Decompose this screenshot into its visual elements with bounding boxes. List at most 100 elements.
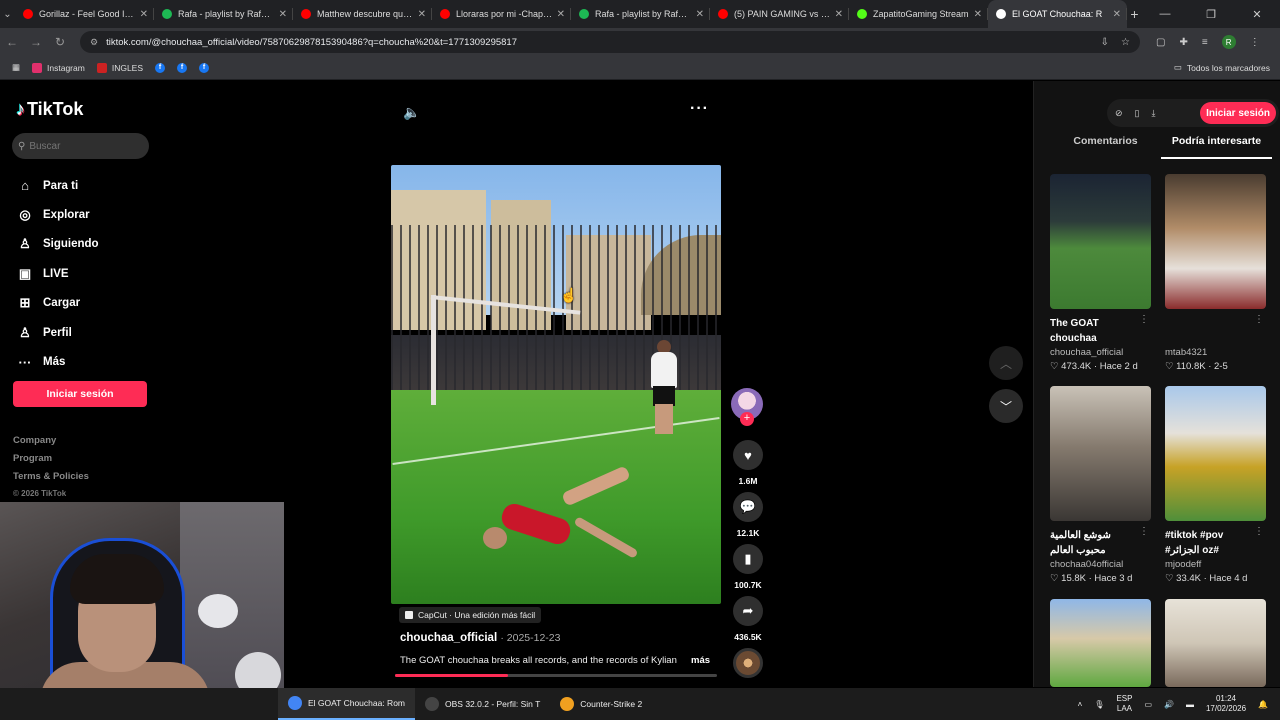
- notification-icon[interactable]: 🔔: [1258, 700, 1268, 709]
- video-thumbnail[interactable]: [1165, 599, 1266, 687]
- language-indicator[interactable]: ESP LAA: [1116, 694, 1132, 714]
- new-tab-button[interactable]: +: [1127, 6, 1142, 22]
- share-icon[interactable]: ➦: [733, 596, 763, 626]
- tab-suggestions[interactable]: Podría interesarte: [1161, 135, 1272, 159]
- comment-action[interactable]: 💬 12.1K: [731, 492, 765, 544]
- video-thumbnail[interactable]: [1050, 599, 1151, 687]
- bookmark-ingles[interactable]: INGLES: [96, 62, 143, 73]
- nav-item-user-follow[interactable]: ♙ Siguiendo: [16, 230, 98, 259]
- card-author[interactable]: mjoodeff: [1165, 559, 1266, 570]
- taskbar-app[interactable]: El GOAT Chouchaa: Rom: [278, 688, 416, 720]
- battery-icon[interactable]: ▬: [1186, 700, 1194, 709]
- facebook-icon[interactable]: f: [177, 62, 188, 73]
- nav-item-live-tv[interactable]: ▣ LIVE: [16, 259, 99, 288]
- chevron-up-icon[interactable]: ˄: [1078, 700, 1083, 709]
- sidepanel-icon[interactable]: ▢: [1156, 37, 1165, 48]
- close-tab-icon[interactable]: ✕: [279, 9, 287, 20]
- maximize-icon[interactable]: ❐: [1188, 8, 1234, 21]
- close-tab-icon[interactable]: ✕: [1113, 9, 1121, 20]
- chrome-menu-icon[interactable]: ⋮: [1250, 37, 1260, 48]
- footer-program[interactable]: Program: [13, 453, 89, 471]
- card-menu-icon[interactable]: ⋮: [1139, 526, 1149, 537]
- footer-terms[interactable]: Terms & Policies: [13, 471, 89, 489]
- taskbar-app[interactable]: OBS 32.0.2 - Perfil: Sin T: [415, 688, 550, 720]
- heart-icon[interactable]: ♥: [733, 440, 763, 470]
- nav-item-upload[interactable]: ⊞ Cargar: [16, 289, 99, 318]
- browser-tab[interactable]: Rafa - playlist by Rafael.xr ✕: [154, 0, 293, 28]
- video-thumbnail[interactable]: [1165, 174, 1266, 309]
- video-thumbnail[interactable]: [1165, 386, 1266, 521]
- video-progress-bar[interactable]: [395, 674, 717, 677]
- card-author[interactable]: mtab4321: [1165, 347, 1266, 358]
- card-menu-icon[interactable]: ⋮: [1139, 314, 1149, 325]
- more-options-icon[interactable]: ···: [690, 100, 709, 118]
- facebook-icon[interactable]: f: [155, 62, 166, 73]
- save-action[interactable]: ▮ 100.7K: [731, 544, 765, 596]
- browser-tab[interactable]: Matthew descubre quién ✕: [293, 0, 432, 28]
- reload-icon[interactable]: ↻: [48, 35, 72, 49]
- browser-tab[interactable]: El GOAT Chouchaa: R ✕: [988, 0, 1127, 28]
- url-text[interactable]: tiktok.com/@chouchaa_official/video/7587…: [106, 37, 1101, 48]
- taskbar-app[interactable]: Counter-Strike 2: [550, 688, 652, 720]
- browser-tab[interactable]: Gorillaz - Feel Good Inc. ✕: [15, 0, 154, 28]
- login-button[interactable]: Iniciar sesión: [13, 381, 147, 407]
- capcut-badge[interactable]: CapCut · Una edición más fácil: [399, 607, 542, 623]
- back-icon[interactable]: ←: [0, 35, 24, 49]
- bookmark-instagram[interactable]: Instagram: [32, 62, 85, 73]
- suggested-video-card[interactable]: The GOAT chouchaa breaks... chouchaa_offi…: [1050, 174, 1151, 372]
- apps-grid-icon[interactable]: ▦: [12, 62, 20, 73]
- device-icon[interactable]: ▯: [1135, 108, 1140, 119]
- music-disc-icon[interactable]: [733, 648, 763, 678]
- nav-item-profile[interactable]: ♙ Perfil: [16, 318, 99, 347]
- network-icon[interactable]: ▭: [1144, 700, 1152, 709]
- download-icon[interactable]: ⤓: [1152, 108, 1156, 119]
- profile-avatar[interactable]: R: [1221, 35, 1236, 49]
- browser-tab[interactable]: Rafa - playlist by Rafael.xr ✕: [571, 0, 710, 28]
- close-tab-icon[interactable]: ✕: [696, 9, 704, 20]
- browser-tab[interactable]: ZapatitoGaming Stream ✕: [849, 0, 988, 28]
- video-player[interactable]: [391, 165, 721, 604]
- suggested-video-card[interactable]: [1050, 599, 1151, 687]
- suggested-video-card[interactable]: mtab4321 ♡ 110.8K · 2-5 ⋮: [1165, 174, 1266, 372]
- author-name[interactable]: chouchaa_official: [400, 632, 497, 644]
- tab-comments[interactable]: Comentarios: [1050, 135, 1161, 159]
- previous-video-button[interactable]: ︿: [989, 346, 1023, 380]
- facebook-icon[interactable]: f: [199, 62, 210, 73]
- comment-icon[interactable]: 💬: [733, 492, 763, 522]
- nav-item-more[interactable]: ··· Más: [16, 347, 99, 376]
- author-avatar[interactable]: +: [731, 388, 763, 426]
- all-bookmarks-folder[interactable]: ▭ Todos los marcadores: [1174, 62, 1270, 73]
- media-controls-icon[interactable]: ≡: [1202, 37, 1208, 48]
- next-video-button[interactable]: ﹀: [989, 389, 1023, 423]
- coin-icon[interactable]: ⊘: [1115, 108, 1123, 119]
- close-window-icon[interactable]: ✕: [1234, 8, 1280, 21]
- close-tab-icon[interactable]: ✕: [418, 9, 426, 20]
- close-tab-icon[interactable]: ✕: [974, 9, 982, 20]
- minimize-icon[interactable]: —: [1142, 8, 1188, 21]
- like-action[interactable]: ♥ 1.6M: [731, 440, 765, 492]
- browser-tab[interactable]: (5) PAIN GAMING vs PAR ✕: [710, 0, 849, 28]
- site-info-icon[interactable]: ⚙: [90, 37, 98, 48]
- volume-icon[interactable]: 🔈: [403, 104, 420, 121]
- header-login-button[interactable]: Iniciar sesión: [1200, 102, 1276, 124]
- follow-plus-icon[interactable]: +: [740, 412, 754, 426]
- suggested-video-card[interactable]: #tiktok #pov #الجزائر oz# شوشع... mjoodef…: [1165, 386, 1266, 584]
- search-box[interactable]: ⚲: [12, 133, 149, 159]
- forward-icon[interactable]: →: [24, 35, 48, 49]
- bookmark-star-icon[interactable]: ☆: [1121, 37, 1130, 48]
- card-author[interactable]: chochaa04official: [1050, 559, 1151, 570]
- video-thumbnail[interactable]: [1050, 386, 1151, 521]
- suggested-video-card[interactable]: شوشع العالمية محبوب العالم #السعودية oz#…: [1050, 386, 1151, 584]
- microphone-icon[interactable]: 🎙: [1094, 700, 1104, 709]
- extensions-icon[interactable]: ✚: [1179, 37, 1187, 48]
- close-tab-icon[interactable]: ✕: [140, 9, 148, 20]
- tiktok-logo[interactable]: ♪ TikTok: [16, 99, 83, 120]
- nav-item-compass[interactable]: ◎ Explorar: [16, 200, 99, 229]
- card-author[interactable]: chouchaa_official: [1050, 347, 1151, 358]
- share-action[interactable]: ➦ 436.5K: [731, 596, 765, 648]
- bookmark-icon[interactable]: ▮: [733, 544, 763, 574]
- footer-company[interactable]: Company: [13, 435, 89, 453]
- address-bar[interactable]: ⚙ tiktok.com/@chouchaa_official/video/75…: [80, 31, 1140, 53]
- tab-search-icon[interactable]: ⌄: [0, 0, 15, 28]
- search-input[interactable]: [29, 140, 140, 152]
